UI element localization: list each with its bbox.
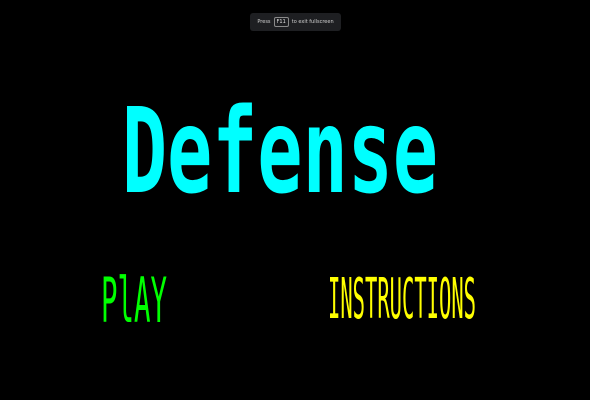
play-button[interactable]: PlAY — [98, 264, 170, 337]
game-canvas: Defense PlAY INSTRUCTIONS — [98, 82, 480, 337]
game-title: Defense — [122, 82, 438, 220]
play-button-label: PlAY — [101, 264, 167, 337]
instructions-button-label: INSTRUCTIONS — [328, 267, 476, 332]
instructions-button[interactable]: INSTRUCTIONS — [325, 267, 480, 332]
